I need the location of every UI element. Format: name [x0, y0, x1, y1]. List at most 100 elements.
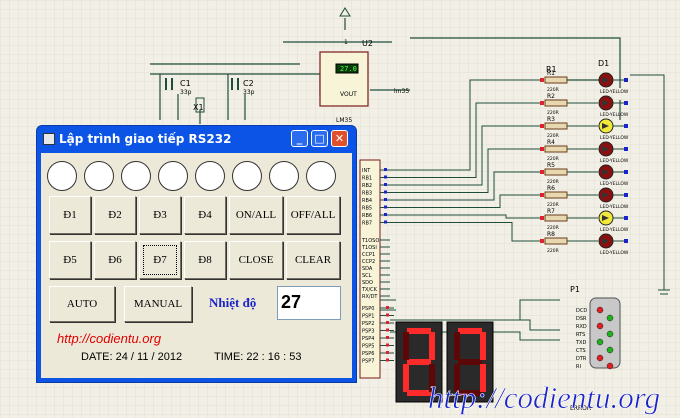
led-indicator [158, 161, 188, 191]
led-part-label: LED-YELLOW [600, 227, 629, 233]
segment-f [403, 332, 409, 360]
mcu-pin-label: RX/DT [362, 294, 378, 300]
resistor-label: R3 [547, 116, 555, 123]
minimize-button[interactable]: _ [291, 130, 308, 147]
date-text: DATE: 24 / 11 / 2012 [81, 351, 183, 363]
mcu-pin-label: CCP1 [362, 252, 375, 258]
led-indicator [306, 161, 336, 191]
app-icon [43, 133, 55, 145]
segment-g [458, 359, 482, 365]
mcu-pin-label: PSP0 [362, 306, 374, 312]
led-part-label: LED-YELLOW [600, 250, 629, 256]
resistor-label: R6 [547, 185, 555, 192]
led-indicator [47, 161, 77, 191]
led-indicator [269, 161, 299, 191]
button-1[interactable]: Đ1 [49, 196, 91, 234]
mcu-pin-label: RB7 [362, 221, 372, 227]
segment-e [403, 364, 409, 392]
mcu-pin-label: PSP2 [362, 321, 374, 327]
resistor-label: R7 [547, 208, 555, 215]
window-client: Đ1 Đ2 Đ3 Đ4 ON/ALL OFF/ALL Đ5 Đ6 Đ7 Đ8 CLOSE CLEAR… [41, 153, 352, 378]
mcu-pin-label: PSP6 [362, 351, 374, 357]
time-text: TIME: 22 : 16 : 53 [214, 351, 302, 363]
watermark-text: http://codientu.org [428, 380, 660, 415]
mcu-pin-label: RB3 [362, 191, 372, 197]
c2-value: 33p [243, 89, 255, 96]
mcu-pin-label: SDO [362, 280, 373, 286]
led-indicator [84, 161, 114, 191]
lm35-pin-label: VOUT [340, 91, 357, 98]
close-window-button[interactable]: ✕ [331, 130, 348, 147]
led-part-label: LED-YELLOW [600, 204, 629, 210]
button-2[interactable]: Đ6 [94, 241, 136, 279]
mcu-pin-label: RB1 [362, 176, 372, 182]
resistor-label: R5 [547, 162, 555, 169]
segment-g [407, 359, 431, 365]
resistor-value: 220R [547, 248, 559, 254]
mcu-pin-label: T1OSO [361, 238, 379, 244]
button-4[interactable]: Đ4 [184, 196, 226, 234]
segment-b [480, 332, 486, 360]
resistor-label: R2 [547, 93, 555, 100]
vout-net: lm35 [394, 88, 409, 95]
mcu-pin-label: PSP1 [362, 314, 374, 320]
title-bar[interactable]: Lập trình giao tiếp RS232 _ □ ✕ [37, 126, 356, 152]
led-part-label: LED-YELLOW [600, 112, 629, 118]
port-pin-label: TXD [575, 340, 586, 346]
segment-a [407, 328, 431, 334]
button-6[interactable]: OFF/ALL [286, 196, 340, 234]
temperature-field[interactable]: 27 [277, 286, 341, 320]
mcu-pin-label: RB4 [362, 198, 372, 204]
mcu-pin-label: PSP3 [362, 329, 374, 335]
mcu-pin-label: PSP7 [362, 359, 374, 365]
button-4[interactable]: Đ8 [184, 241, 226, 279]
led-part-label: LED-YELLOW [600, 135, 629, 141]
u2-label: U2 [362, 39, 373, 48]
port-pin-label: CTS [576, 348, 586, 354]
button-2[interactable]: Đ2 [94, 196, 136, 234]
manual-button[interactable]: MANUAL [124, 286, 192, 322]
port-pin-label: DCD [576, 308, 587, 314]
led-indicator [195, 161, 225, 191]
mcu-pin-label: CCP2 [362, 259, 375, 265]
r1-label: R1 [546, 65, 557, 74]
mcu-pin-label: SCL [362, 273, 372, 279]
led-indicator [232, 161, 262, 191]
mcu-pin-label: PSP5 [362, 344, 374, 350]
led-part-label: LED-YELLOW [600, 89, 629, 95]
port-pin-label: RTS [576, 332, 585, 338]
window-title: Lập trình giao tiếp RS232 [59, 132, 232, 146]
button-3[interactable]: Đ3 [139, 196, 181, 234]
temperature-label: Nhiệt độ [209, 295, 257, 310]
button-5[interactable]: ON/ALL [229, 196, 283, 234]
mcu-pin-label: T1OSI [361, 245, 377, 251]
segment-b [429, 332, 435, 360]
website-link[interactable]: http://codientu.org [57, 331, 161, 346]
led-part-label: LED-YELLOW [600, 158, 629, 164]
c2-label: C2 [243, 79, 254, 88]
lm35-part: LM35 [336, 117, 352, 124]
segment-f [454, 332, 460, 360]
port-pin-label: DTR [576, 356, 587, 362]
x1-label: X1 [193, 103, 204, 112]
mcu-pin-label: RB6 [362, 213, 372, 219]
lm35-value: 27.0 [340, 65, 357, 73]
port-pin-label: DSR [576, 316, 587, 322]
segment-a [458, 328, 482, 334]
button-3[interactable]: Đ7 [139, 241, 181, 279]
resistor-label: R8 [547, 231, 555, 238]
button-6[interactable]: CLEAR [286, 241, 340, 279]
mcu-pin-label: INT [362, 168, 371, 174]
mcu-pin-label: SDA [362, 266, 373, 272]
maximize-button[interactable]: □ [311, 130, 328, 147]
button-5[interactable]: CLOSE [229, 241, 283, 279]
button-1[interactable]: Đ5 [49, 241, 91, 279]
d1-label: D1 [598, 59, 609, 68]
p1-label: P1 [570, 285, 580, 294]
c1-label: C1 [180, 79, 191, 88]
mcu-pin-label: RB5 [362, 206, 372, 212]
mcu-pin-label: RB2 [362, 183, 372, 189]
auto-button[interactable]: AUTO [49, 286, 115, 322]
led-part-label: LED-YELLOW [600, 181, 629, 187]
port-pin-label: RXD [576, 324, 587, 330]
